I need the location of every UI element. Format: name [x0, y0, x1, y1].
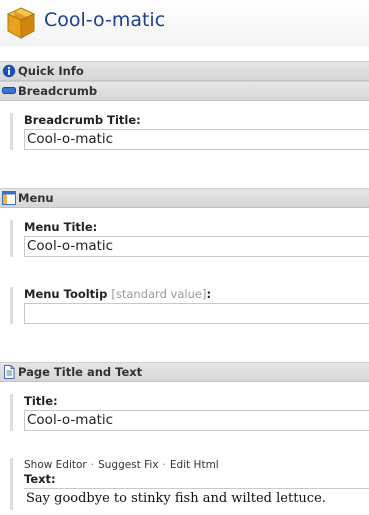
- info-circle-icon: [2, 64, 16, 78]
- field-label: Text:: [24, 472, 56, 486]
- menu-tooltip-field: Menu Tooltip [standard value]:: [10, 287, 369, 324]
- title-input[interactable]: Cool-o-matic: [24, 410, 369, 431]
- show-editor-link[interactable]: Show Editor: [24, 459, 87, 471]
- field-label: Title:: [24, 394, 58, 408]
- edit-html-link[interactable]: Edit Html: [170, 459, 219, 471]
- suggest-fix-link[interactable]: Suggest Fix: [98, 459, 158, 471]
- section-quick-info[interactable]: Quick Info: [0, 61, 369, 81]
- text-field: Show Editor · Suggest Fix · Edit Html Text: …: [10, 458, 369, 510]
- section-label: Quick Info: [18, 64, 84, 78]
- section-breadcrumb[interactable]: Breadcrumb: [0, 81, 369, 101]
- menu-title-input[interactable]: Cool-o-matic: [24, 236, 369, 257]
- menu-title-field: Menu Title: Cool-o-matic: [10, 220, 369, 257]
- field-label: Menu Title:: [24, 220, 98, 234]
- section-label: Menu: [18, 191, 54, 205]
- breadcrumb-title-field: Breadcrumb Title: Cool-o-matic: [10, 113, 369, 150]
- text-richtext-field[interactable]: Say goodbye to stinky fish and wilted le…: [24, 488, 369, 510]
- text-toolbar: Show Editor · Suggest Fix · Edit Html: [24, 458, 369, 472]
- field-label-text: Menu Tooltip: [24, 287, 108, 301]
- cube-box-icon: [6, 7, 36, 39]
- section-label: Breadcrumb: [18, 84, 98, 98]
- field-label-suffix: :: [206, 287, 212, 301]
- field-label: Menu Tooltip [standard value]:: [24, 287, 369, 301]
- document-icon: [4, 365, 15, 379]
- breadcrumb-title-input[interactable]: Cool-o-matic: [24, 129, 369, 150]
- breadcrumb-bar-icon: [2, 87, 16, 94]
- page-title: Cool-o-matic: [44, 9, 166, 31]
- section-label: Page Title and Text: [18, 365, 143, 379]
- section-page-title-text[interactable]: Page Title and Text: [0, 362, 369, 382]
- standard-value-hint: [standard value]: [111, 287, 207, 301]
- menu-window-icon: [2, 191, 16, 205]
- toolbar-separator: ·: [162, 459, 166, 471]
- item-header: Cool-o-matic: [0, 0, 369, 46]
- menu-tooltip-input[interactable]: [24, 303, 369, 324]
- toolbar-separator: ·: [90, 459, 95, 471]
- field-label: Breadcrumb Title:: [24, 113, 141, 127]
- title-field: Title: Cool-o-matic: [10, 394, 369, 431]
- section-menu[interactable]: Menu: [0, 188, 369, 208]
